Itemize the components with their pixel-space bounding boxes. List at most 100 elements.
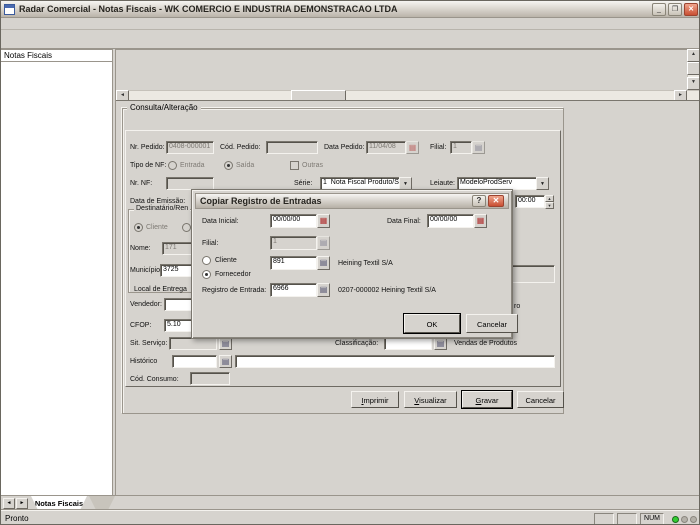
title-bar: Radar Comercial - Notas Fiscais - WK COM… xyxy=(1,1,700,18)
historico-text-field[interactable] xyxy=(235,355,555,368)
classificacao-label: Classificação: xyxy=(335,340,378,347)
municipio-field[interactable]: 3725 xyxy=(160,264,192,277)
radio-saida xyxy=(224,161,233,170)
cancelar-button[interactable]: Cancelar xyxy=(517,391,564,408)
cfop-label: CFOP: xyxy=(130,322,151,329)
radio-fornecedor[interactable] xyxy=(202,270,211,279)
window-title: Radar Comercial - Notas Fiscais - WK COM… xyxy=(19,4,650,14)
dialog-filial-label: Filial: xyxy=(202,240,218,247)
sheet-prev-icon[interactable]: ◄ xyxy=(3,498,15,509)
entity-name-text: Heining Textil S/A xyxy=(338,260,393,267)
imprimir-button[interactable]: Imprimir xyxy=(351,391,399,408)
tipo-nf-label: Tipo de NF: xyxy=(130,162,166,169)
text-fragment: ro xyxy=(514,303,520,310)
saida-label: Saída xyxy=(236,162,254,169)
checkbox-outras xyxy=(290,161,299,170)
dialog-filial-field[interactable]: 1 xyxy=(270,236,317,250)
led-off-icon xyxy=(681,516,688,523)
historico-browse-icon[interactable]: ▤ xyxy=(219,355,232,368)
app-icon xyxy=(4,4,15,15)
leiaute-label: Leiaute: xyxy=(430,180,455,187)
vscroll-thumb[interactable] xyxy=(687,62,700,75)
vendedor-label: Vendedor: xyxy=(130,301,162,308)
leiaute-dropdown-arrow-icon[interactable]: ▼ xyxy=(536,177,549,190)
dialog-cancelar-button[interactable]: Cancelar xyxy=(466,314,518,333)
data-final-field[interactable]: 00/00/00 xyxy=(427,214,474,228)
cod-consumo-field[interactable] xyxy=(190,372,230,385)
toolbar xyxy=(1,30,700,49)
entrada-label: Entrada xyxy=(180,162,205,169)
sheet-tab-notas-fiscais[interactable]: Notas Fiscais xyxy=(31,496,87,510)
minimize-icon[interactable]: _ xyxy=(652,3,666,16)
dialog-help-icon[interactable]: ? xyxy=(472,195,486,207)
dialog-title: Copiar Registro de Entradas xyxy=(200,196,470,206)
cod-pedido-label: Cód. Pedido: xyxy=(220,144,260,151)
scroll-down-icon[interactable]: ▼ xyxy=(687,77,700,90)
historico-code-field[interactable] xyxy=(172,355,217,368)
local-entrega-label: Local de Entrega xyxy=(134,286,187,293)
dialog-title-bar: Copiar Registro de Entradas ? ✕ xyxy=(195,193,509,209)
sheet-next-icon[interactable]: ► xyxy=(16,498,28,509)
radio-cliente[interactable] xyxy=(202,256,211,265)
data-pedido-calendar-icon: ▦ xyxy=(406,141,419,154)
hora-emissao-spinner[interactable]: ▲▼ xyxy=(545,195,554,208)
entity-browse-icon[interactable]: ▤ xyxy=(317,256,330,270)
records-table xyxy=(116,49,687,50)
hora-emissao-field[interactable]: 00:00 xyxy=(515,195,545,208)
registro-code-field[interactable]: 6966 xyxy=(270,283,317,297)
nr-pedido-field[interactable]: 0408-000001 xyxy=(166,141,214,154)
outras-label: Outras xyxy=(302,162,323,169)
status-cell-2 xyxy=(617,513,637,525)
dialog-close-icon[interactable]: ✕ xyxy=(488,195,504,207)
data-pedido-field[interactable]: 11/04/08 xyxy=(366,141,406,154)
menu-bar xyxy=(1,18,700,30)
dialog-filial-browse-icon: ▤ xyxy=(317,236,330,250)
scroll-up-icon[interactable]: ▲ xyxy=(687,49,700,62)
table-total-row xyxy=(116,49,687,50)
close-icon[interactable]: ✕ xyxy=(684,3,698,16)
maximize-icon[interactable]: ❐ xyxy=(668,3,682,16)
cod-consumo-label: Cód. Consumo: xyxy=(130,376,179,383)
status-text: Pronto xyxy=(5,514,29,523)
nr-nf-label: Nr. NF: xyxy=(130,180,152,187)
entity-code-field[interactable]: 891 xyxy=(270,256,317,270)
fornecedor-label[interactable]: Fornecedor xyxy=(215,271,251,278)
gravar-button[interactable]: Gravar xyxy=(462,391,512,408)
data-final-calendar-icon[interactable]: ▦ xyxy=(474,214,487,228)
application-window: Radar Comercial - Notas Fiscais - WK COM… xyxy=(0,0,700,525)
data-inicial-field[interactable]: 00/00/00 xyxy=(270,214,317,228)
dialog-ok-button[interactable]: OK xyxy=(404,314,460,333)
filial-browse-icon: ▤ xyxy=(472,141,485,154)
status-bar: Pronto NUM xyxy=(1,510,700,525)
radio-dest-cliente xyxy=(134,223,143,232)
data-inicial-calendar-icon[interactable]: ▦ xyxy=(317,214,330,228)
spin-down-icon: ▼ xyxy=(545,202,554,209)
destinatario-group-label: Destinatário/Ren xyxy=(134,205,190,212)
registro-name-text: 0207-000002 Heining Textil S/A xyxy=(338,287,436,294)
status-cell-1 xyxy=(594,513,614,525)
cliente-label[interactable]: Cliente xyxy=(215,257,237,264)
cod-pedido-field[interactable] xyxy=(266,141,318,154)
municipio-label: Município: xyxy=(130,267,162,274)
sit-servico-label: Sit. Serviço: xyxy=(130,340,167,347)
registro-browse-icon[interactable]: ▤ xyxy=(317,283,330,297)
num-lock-indicator: NUM xyxy=(640,513,664,525)
historico-label: Histórico xyxy=(130,358,157,365)
radio-dest-other xyxy=(182,223,191,232)
data-emissao-label: Data de Emissão: xyxy=(130,198,185,205)
sheet-tab-stub xyxy=(89,496,115,510)
spin-up-icon: ▲ xyxy=(545,195,554,202)
sheet-tab-bar: ◄ ► Notas Fiscais xyxy=(1,495,700,510)
dest-cliente-label: Cliente xyxy=(146,224,168,231)
registro-entrada-label: Registro de Entrada: xyxy=(202,287,266,294)
data-pedido-label: Data Pedido: xyxy=(324,144,364,151)
filial-field[interactable]: 1 xyxy=(450,141,472,154)
visualizar-button[interactable]: Visualizar xyxy=(404,391,457,408)
data-final-label: Data Final: xyxy=(387,218,421,225)
hidden-field-fragment xyxy=(507,265,555,283)
serie-label: Série: xyxy=(294,180,312,187)
tree-panel xyxy=(1,62,113,495)
filial-label: Filial: xyxy=(430,144,446,151)
led-green-icon xyxy=(672,516,679,523)
nome-field[interactable]: 171 xyxy=(162,242,192,255)
